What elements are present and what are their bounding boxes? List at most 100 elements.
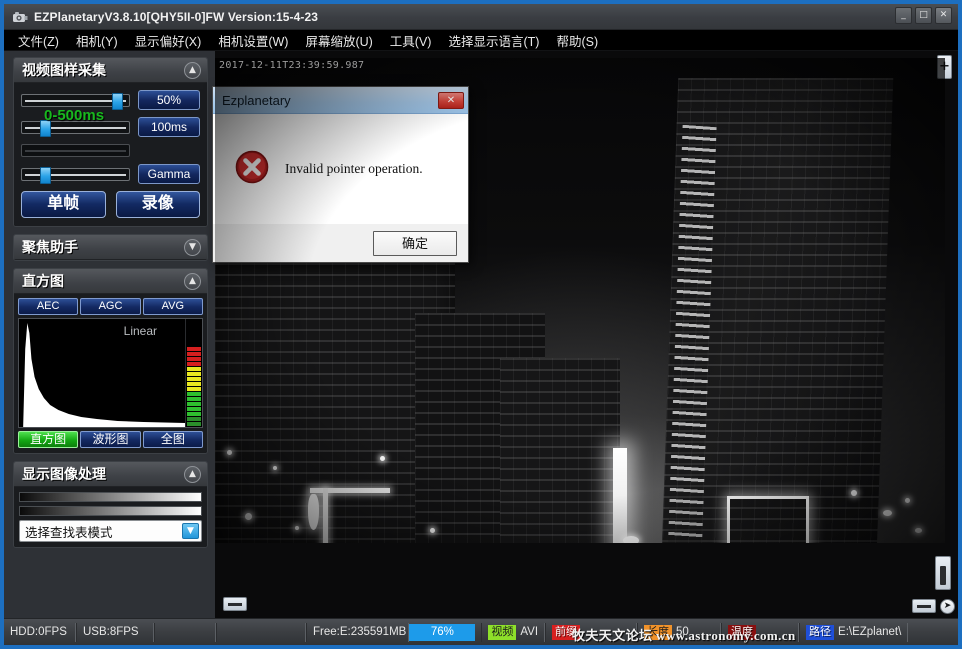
panel-focus-assistant-header[interactable]: 聚焦助手 ▼ <box>14 235 207 260</box>
pan-horizontal-slider[interactable] <box>223 597 247 611</box>
application-window: EZPlanetaryV3.8.10[QHY5II-0]FW Version:1… <box>0 0 962 649</box>
window-controls: _ □ ✕ <box>895 7 952 24</box>
gamma-row: Gamma <box>21 164 200 184</box>
window-grid <box>500 358 620 543</box>
panel-histogram-title: 直方图 <box>22 273 64 289</box>
error-icon <box>235 150 269 189</box>
panel-image-processing-title: 显示图像处理 <box>22 466 106 482</box>
exposure-slider[interactable] <box>21 119 130 137</box>
meter-segment <box>187 397 201 401</box>
histogram-mode-buttons: AEC AGC AVG <box>18 298 203 315</box>
minimize-button[interactable]: _ <box>895 7 912 24</box>
chevron-down-icon[interactable]: ▼ <box>184 238 201 256</box>
tab-histogram[interactable]: 直方图 <box>18 431 79 448</box>
menu-file[interactable]: 文件(Z) <box>16 30 61 51</box>
histogram-tabs: 直方图 波形图 全图 <box>18 431 203 448</box>
menu-display-preference[interactable]: 显示偏好(X) <box>133 30 204 51</box>
gamma-value-button[interactable]: Gamma <box>138 164 200 184</box>
panel-histogram: 直方图 ▲ AEC AGC AVG Linear 直方图 波形图 全图 <box>13 268 208 454</box>
histogram-plot[interactable]: Linear <box>18 318 203 428</box>
gain-row: 50% <box>21 90 200 110</box>
dialog-button-row: 确定 <box>213 224 468 262</box>
maximize-button[interactable]: □ <box>915 7 932 24</box>
menu-help[interactable]: 帮助(S) <box>554 30 600 51</box>
meter-segment <box>187 412 201 416</box>
pointer-tool-button[interactable]: ➤ <box>940 599 955 614</box>
lut-gradient-bar-top[interactable] <box>19 492 202 502</box>
agc-button[interactable]: AGC <box>80 298 141 315</box>
status-video-format[interactable]: 视频 AVI <box>481 622 546 642</box>
video-timestamp: 2017-12-11T23:39:59.987 <box>219 60 365 71</box>
pan-left-button[interactable] <box>912 599 936 613</box>
panel-histogram-header[interactable]: 直方图 ▲ <box>14 269 207 294</box>
panel-video-capture-header[interactable]: 视频图样采集 ▲ <box>14 58 207 83</box>
status-path[interactable]: 路径 E:\EZplanet\ <box>799 622 909 642</box>
city-light <box>245 513 252 520</box>
record-button[interactable]: 录像 <box>115 191 200 218</box>
avg-button[interactable]: AVG <box>142 298 203 315</box>
meter-segment <box>187 352 201 356</box>
city-light <box>851 490 857 496</box>
chevron-up-icon[interactable]: ▲ <box>184 465 201 483</box>
panel-image-processing: 显示图像处理 ▲ 选择查找表模式 ▼ <box>13 461 208 548</box>
lut-mode-select[interactable]: 选择查找表模式 ▼ <box>19 520 202 542</box>
chevron-down-icon[interactable]: ▼ <box>182 523 199 539</box>
dialog-title: Ezplanetary <box>222 92 291 108</box>
tab-waveform[interactable]: 波形图 <box>80 431 141 448</box>
dialog-ok-button[interactable]: 确定 <box>373 230 457 256</box>
gain-slider[interactable] <box>21 92 130 110</box>
gamma-slider-knob[interactable] <box>40 166 52 184</box>
gain-slider-knob[interactable] <box>111 92 123 110</box>
gamma-slider[interactable] <box>21 166 130 184</box>
menu-tools[interactable]: 工具(V) <box>388 30 434 51</box>
window-title: EZPlanetaryV3.8.10[QHY5II-0]FW Version:1… <box>34 9 319 24</box>
panel-image-processing-header[interactable]: 显示图像处理 ▲ <box>14 462 207 487</box>
exposure-range-row <box>21 144 200 157</box>
dialog-close-icon[interactable]: ✕ <box>438 91 464 109</box>
panel-focus-assistant-title: 聚焦助手 <box>22 239 78 255</box>
status-disk-percent: 76% <box>409 623 476 641</box>
capture-buttons-row: 单帧 录像 <box>21 191 200 218</box>
meter-segment <box>187 392 201 396</box>
level-meter <box>185 319 202 427</box>
histogram-scale-label: Linear <box>123 324 157 338</box>
panel-video-capture-title: 视频图样采集 <box>22 62 106 78</box>
meter-segment <box>187 382 201 386</box>
gain-value-button[interactable]: 50% <box>138 90 200 110</box>
meter-segment <box>187 367 201 371</box>
lut-gradient-bar-bottom[interactable] <box>19 506 202 516</box>
status-free-space: Free:E:235591MB <box>306 622 410 642</box>
panel-video-capture: 视频图样采集 ▲ 50% 100ms Gamma 0-500ms 单帧 录像 <box>13 57 208 227</box>
building-tower <box>661 78 894 543</box>
left-sidebar: 视频图样采集 ▲ 50% 100ms Gamma 0-500ms 单帧 录像 聚… <box>4 51 215 618</box>
city-light <box>380 456 385 461</box>
meter-segment <box>187 407 201 411</box>
exposure-range-slider[interactable] <box>21 144 130 157</box>
exposure-range-track <box>25 150 126 152</box>
chevron-up-icon[interactable]: ▲ <box>184 272 201 290</box>
chevron-up-icon[interactable]: ▲ <box>184 61 201 79</box>
menu-language[interactable]: 选择显示语言(T) <box>446 30 541 51</box>
aec-button[interactable]: AEC <box>18 298 79 315</box>
city-light <box>915 528 922 533</box>
exposure-value-button[interactable]: 100ms <box>138 117 200 137</box>
meter-segment <box>187 372 201 376</box>
single-frame-button[interactable]: 单帧 <box>21 191 106 218</box>
city-light <box>623 536 639 543</box>
city-light <box>430 528 435 533</box>
menu-camera[interactable]: 相机(Y) <box>74 30 120 51</box>
meter-segment <box>187 402 201 406</box>
video-stage: 2017-12-11T23:39:59.987 + ➤ Ezplanetary … <box>212 51 958 618</box>
exposure-slider-knob[interactable] <box>40 119 52 137</box>
zoom-in-button[interactable]: + <box>937 55 952 79</box>
brightness-vertical-slider[interactable] <box>935 556 951 590</box>
menu-screen-zoom[interactable]: 屏幕缩放(U) <box>303 30 374 51</box>
dialog-message: Invalid pointer operation. <box>285 161 423 176</box>
meter-segment <box>187 377 201 381</box>
title-bar: EZPlanetaryV3.8.10[QHY5II-0]FW Version:1… <box>4 4 958 30</box>
menu-camera-settings[interactable]: 相机设置(W) <box>216 30 290 51</box>
dialog-title-bar: Ezplanetary ✕ <box>213 87 468 114</box>
street-light-pole <box>323 488 328 543</box>
close-button[interactable]: ✕ <box>935 7 952 24</box>
tab-full-image[interactable]: 全图 <box>142 431 203 448</box>
